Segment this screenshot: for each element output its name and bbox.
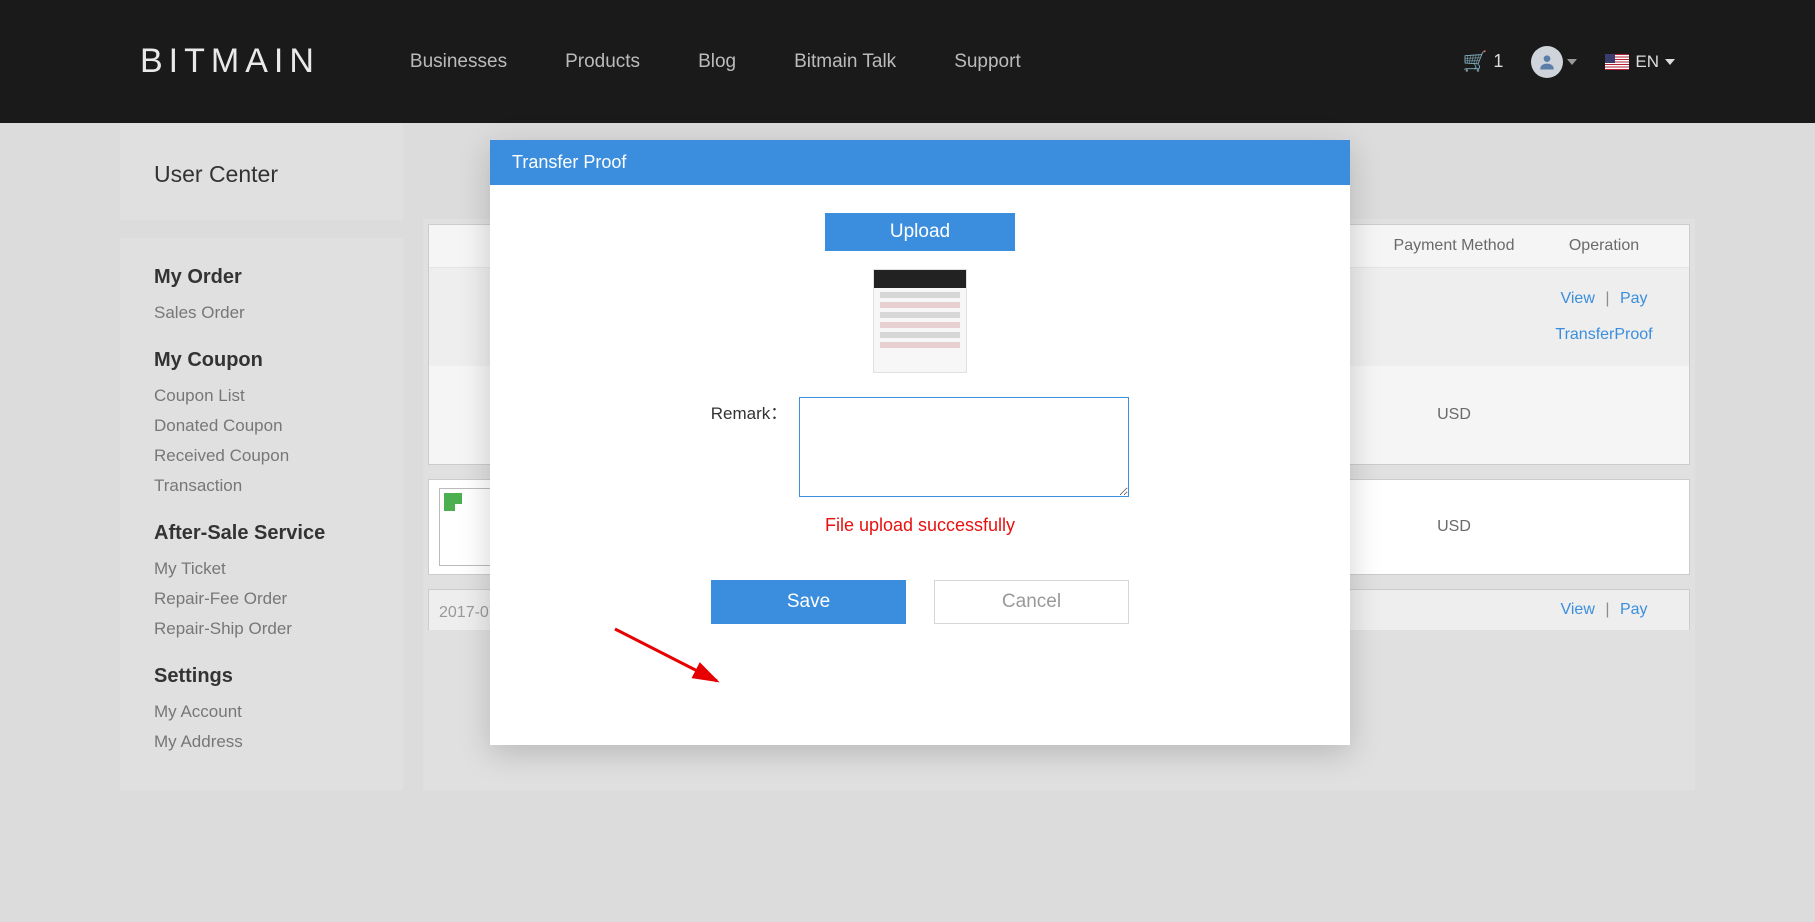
sidebar-item-donated-coupon[interactable]: Donated Coupon [154, 416, 369, 436]
broken-image-icon [444, 493, 462, 511]
main-nav: Businesses Products Blog Bitmain Talk Su… [410, 51, 1463, 73]
flag-us-icon [1605, 54, 1629, 70]
cart[interactable]: 🛒 1 [1462, 49, 1503, 74]
cancel-button[interactable]: Cancel [934, 580, 1129, 624]
nav-businesses[interactable]: Businesses [410, 51, 507, 73]
sidebar-item-my-address[interactable]: My Address [154, 732, 369, 752]
nav-support[interactable]: Support [954, 51, 1021, 73]
remark-textarea[interactable] [799, 397, 1129, 497]
pay-link[interactable]: Pay [1620, 601, 1648, 618]
sidebar-item-my-ticket[interactable]: My Ticket [154, 559, 369, 579]
avatar-icon [1531, 46, 1563, 78]
view-link[interactable]: View [1560, 601, 1594, 618]
transfer-proof-dialog: Transfer Proof Upload Remark： File uploa… [490, 140, 1350, 745]
cart-icon: 🛒 [1462, 49, 1487, 74]
order-actions: View | Pay TransferProof [1529, 290, 1679, 344]
sidebar-item-repair-fee-order[interactable]: Repair-Fee Order [154, 589, 369, 609]
sidebar-item-coupon-list[interactable]: Coupon List [154, 386, 369, 406]
col-payment-method: Payment Method [1379, 237, 1529, 255]
pay-link[interactable]: Pay [1620, 290, 1648, 307]
order-payment-method: USD [1379, 406, 1529, 424]
sidebar-item-repair-ship-order[interactable]: Repair-Ship Order [154, 619, 369, 639]
order-actions: View | Pay [1529, 601, 1679, 619]
separator: | [1605, 601, 1609, 618]
nav-products[interactable]: Products [565, 51, 640, 73]
sidebar: My Order Sales Order My Coupon Coupon Li… [120, 238, 403, 790]
upload-thumbnail[interactable] [873, 269, 967, 373]
sidebar-item-sales-order[interactable]: Sales Order [154, 303, 369, 323]
nav-blog[interactable]: Blog [698, 51, 736, 73]
separator: | [1605, 290, 1609, 307]
language-switcher[interactable]: EN [1605, 52, 1675, 72]
sidebar-item-transaction[interactable]: Transaction [154, 476, 369, 496]
remark-label: Remark： [711, 399, 788, 424]
upload-success-message: File upload successfully [510, 515, 1330, 536]
save-button[interactable]: Save [711, 580, 906, 624]
logo[interactable]: BITMAIN [140, 42, 320, 81]
dialog-title: Transfer Proof [490, 140, 1350, 185]
sidebar-item-received-coupon[interactable]: Received Coupon [154, 446, 369, 466]
chevron-down-icon [1567, 59, 1577, 65]
cart-count: 1 [1493, 51, 1503, 72]
sidebar-group-after-sale[interactable]: After-Sale Service [154, 522, 369, 545]
sidebar-group-my-coupon[interactable]: My Coupon [154, 349, 369, 372]
col-operation: Operation [1529, 237, 1679, 255]
transfer-proof-link[interactable]: TransferProof [1529, 326, 1679, 344]
language-label: EN [1635, 52, 1659, 72]
site-header: BITMAIN Businesses Products Blog Bitmain… [0, 0, 1815, 123]
account-menu[interactable] [1531, 46, 1577, 78]
order-payment-method: USD [1379, 518, 1529, 536]
sidebar-item-my-account[interactable]: My Account [154, 702, 369, 722]
chevron-down-icon [1665, 59, 1675, 65]
sidebar-group-my-order[interactable]: My Order [154, 266, 369, 289]
view-link[interactable]: View [1560, 290, 1594, 307]
sidebar-group-settings[interactable]: Settings [154, 665, 369, 688]
page-title: User Center [120, 123, 403, 220]
upload-button[interactable]: Upload [825, 213, 1015, 251]
nav-bitmain-talk[interactable]: Bitmain Talk [794, 51, 896, 73]
